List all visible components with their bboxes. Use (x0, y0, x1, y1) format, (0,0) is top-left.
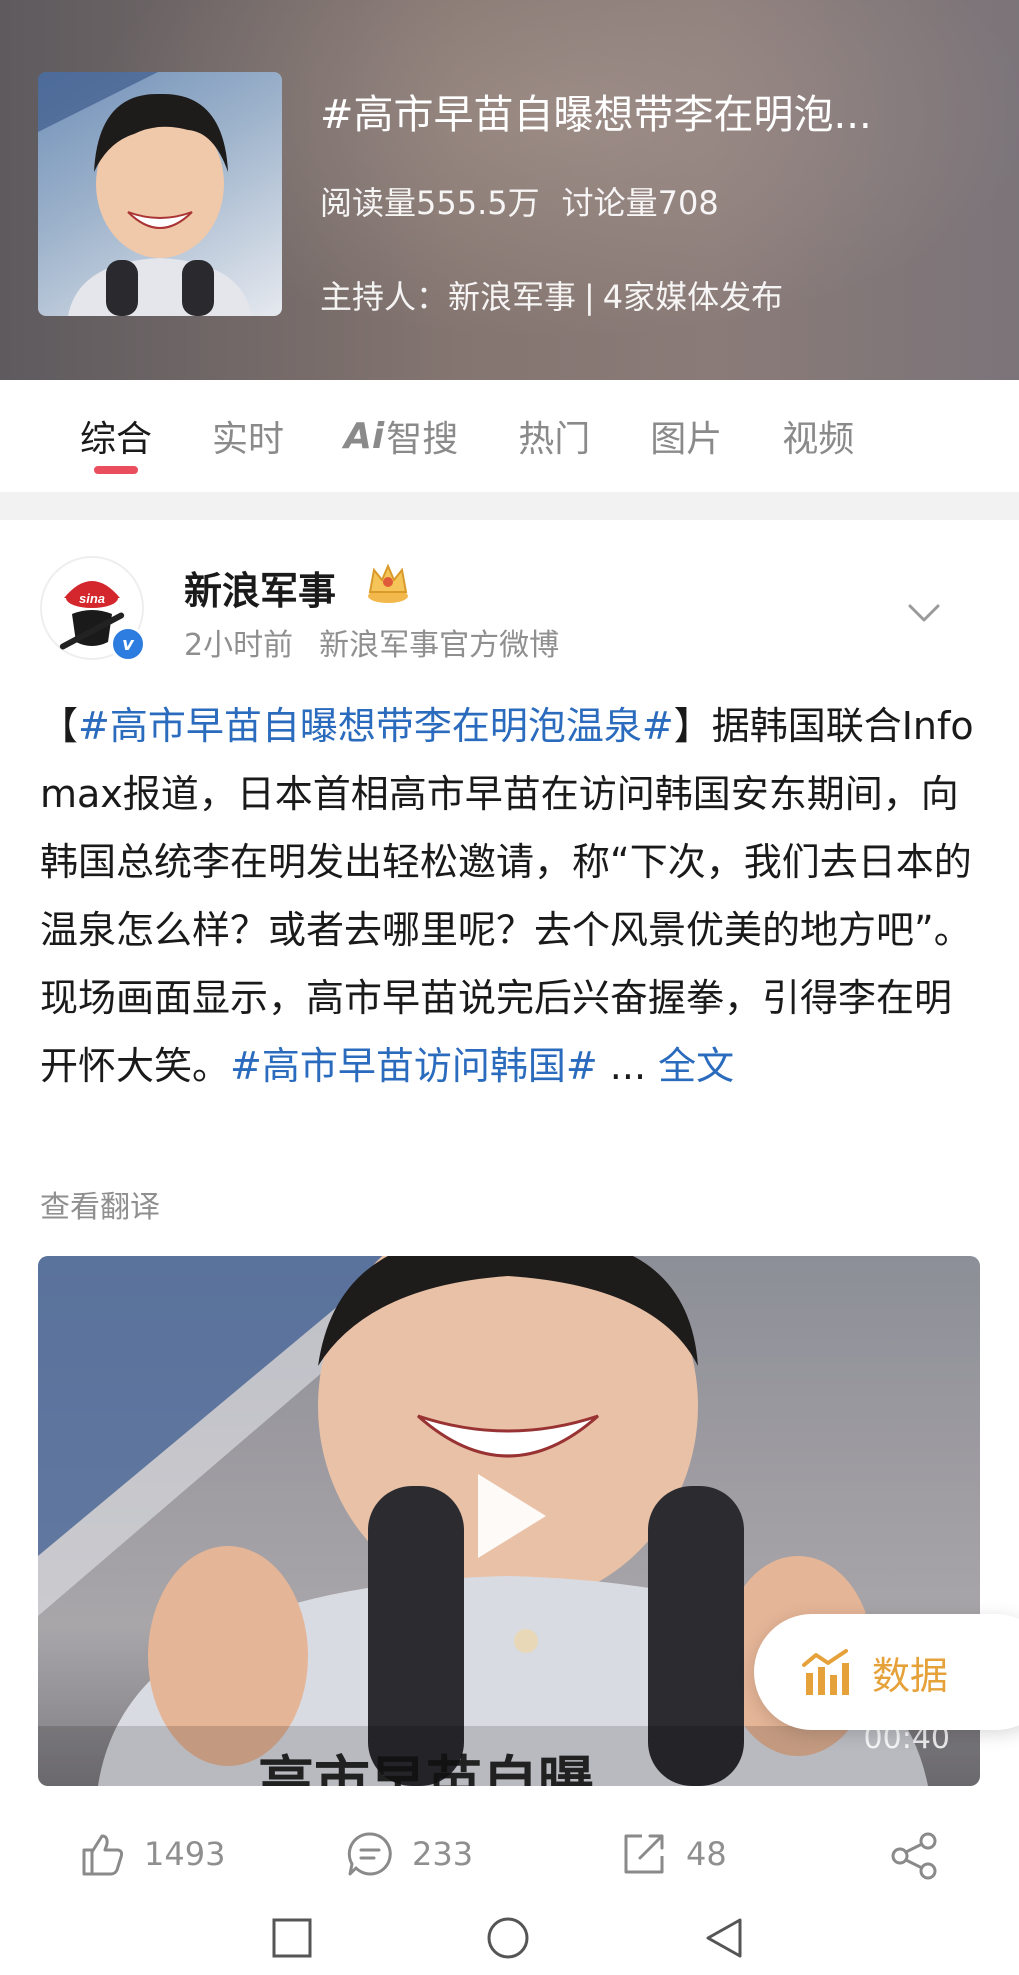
bar-chart-icon (802, 1649, 849, 1695)
system-nav-bar (0, 1900, 1019, 1975)
home-circle-icon[interactable] (484, 1914, 532, 1962)
topic-header: #高市早苗自曝想带李在明泡... 阅读量555.5万 讨论量708 主持人：新浪军… (0, 0, 1019, 380)
comment-count: 233 (412, 1835, 474, 1873)
hashtag-link[interactable]: #高市早苗自曝想带李在明泡温泉# (78, 704, 674, 748)
tab-label: 实时 (212, 419, 285, 460)
bracket-close: 】 (673, 704, 712, 748)
topic-stats: 阅读量555.5万 讨论量708 (320, 178, 719, 224)
share-icon (891, 1832, 937, 1880)
back-triangle-icon[interactable] (700, 1914, 748, 1962)
tab-label: 智搜 (386, 419, 459, 460)
tab-label: 视频 (782, 419, 855, 460)
comment-icon (347, 1832, 392, 1876)
share-button[interactable] (888, 1830, 940, 1882)
data-button[interactable]: 数据 (754, 1614, 1019, 1730)
discussion-count: 讨论量708 (561, 184, 719, 222)
post-body: 据韩国联合Infomax报道，日本首相高市早苗在访问韩国安东期间，向韩国总统李在… (40, 704, 974, 1088)
hashtag-link[interactable]: #高市早苗访问韩国# (230, 1044, 598, 1088)
host-label[interactable]: 主持人：新浪军事 (320, 278, 576, 316)
tab-comprehensive[interactable]: 综合 (80, 380, 152, 492)
translate-link[interactable]: 查看翻译 (40, 1182, 160, 1226)
post-source: 新浪军事官方微博 (319, 628, 560, 663)
topic-cover-image[interactable] (38, 72, 282, 316)
ellipsis: ... (597, 1044, 659, 1088)
topic-title: #高市早苗自曝想带李在明泡... (320, 92, 872, 138)
repost-count: 48 (686, 1835, 727, 1873)
post-meta: 2小时前 新浪军事官方微博 (184, 620, 559, 664)
tab-hot[interactable]: 热门 (518, 380, 590, 492)
video-caption: 高市早苗自曝 (258, 1751, 594, 1786)
recents-square-icon[interactable] (268, 1914, 316, 1962)
post-time: 2小时前 (184, 628, 294, 663)
full-text-link[interactable]: 全文 (658, 1044, 734, 1088)
media-count[interactable]: 4家媒体发布 (603, 278, 783, 316)
action-bar: 1493 233 48 (0, 1800, 1019, 1910)
chevron-down-icon[interactable] (904, 598, 944, 628)
ai-logo: Ai (344, 415, 385, 457)
verified-badge-icon: v (110, 626, 146, 662)
thumbs-up-icon (82, 1834, 124, 1876)
like-count: 1493 (144, 1835, 226, 1873)
repost-button[interactable]: 48 (620, 1830, 727, 1878)
repost-icon (624, 1834, 664, 1874)
topic-host: 主持人：新浪军事 | 4家媒体发布 (320, 272, 783, 318)
separator: | (584, 278, 595, 316)
tab-videos[interactable]: 视频 (782, 380, 854, 492)
read-count: 阅读量555.5万 (320, 184, 540, 222)
tab-bar: 综合 实时 Ai 智搜 热门 图片 视频 (0, 380, 1019, 492)
tab-ai-search[interactable]: Ai 智搜 (344, 380, 458, 492)
post-text: 【#高市早苗自曝想带李在明泡温泉#】据韩国联合Infomax报道，日本首相高市早… (40, 692, 980, 1100)
section-divider (0, 492, 1019, 520)
author-name[interactable]: 新浪军事 (184, 560, 336, 615)
play-icon[interactable] (468, 1466, 552, 1566)
post-card: sina v 新浪军事 2小时前 新浪军事官方微博 【#高市早苗自曝想带李在明泡温… (0, 520, 1019, 1800)
data-button-label: 数据 (872, 1653, 949, 1698)
portrait-illustration (38, 72, 252, 316)
tab-label: 图片 (650, 419, 723, 460)
comment-button[interactable]: 233 (346, 1830, 473, 1878)
tab-label: 热门 (518, 419, 591, 460)
tab-pictures[interactable]: 图片 (650, 380, 722, 492)
bracket-open: 【 (40, 704, 79, 748)
avatar-text: sina (79, 591, 105, 606)
like-button[interactable]: 1493 (78, 1830, 225, 1878)
tab-realtime[interactable]: 实时 (212, 380, 284, 492)
tab-label: 综合 (80, 419, 153, 460)
crown-icon (368, 563, 408, 603)
